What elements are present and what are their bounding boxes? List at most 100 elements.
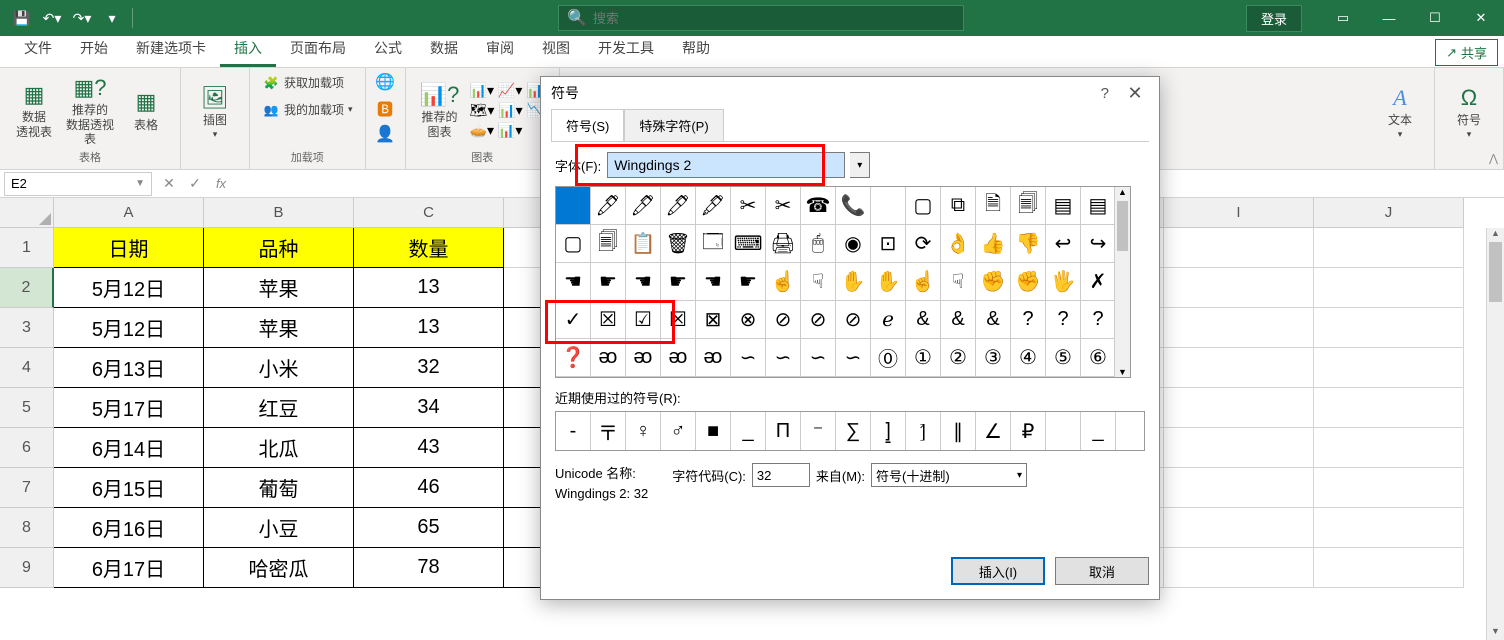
cell[interactable]: 6月15日 (54, 468, 204, 508)
cell[interactable]: 苹果 (204, 268, 354, 308)
symbol-cell[interactable]: ③ (976, 339, 1011, 377)
cell[interactable]: 北瓜 (204, 428, 354, 468)
symbol-cell[interactable]: ✋ (871, 263, 906, 301)
symbol-cell[interactable]: ④ (1011, 339, 1046, 377)
tab-帮助[interactable]: 帮助 (668, 32, 724, 67)
symbol-cell[interactable]: ☒ (591, 301, 626, 339)
symbol-cell[interactable]: ▢ (556, 225, 591, 263)
cancel-button[interactable]: 取消 (1055, 557, 1149, 585)
row-header-9[interactable]: 9 (0, 548, 54, 588)
symbol-cell[interactable]: & (941, 301, 976, 339)
cell[interactable]: 6月16日 (54, 508, 204, 548)
symbol-cell[interactable]: ☛ (731, 263, 766, 301)
recent-symbol-cell[interactable]: ∠ (976, 412, 1011, 450)
cell[interactable]: 品种 (204, 228, 354, 268)
table-button[interactable]: ▦表格 (120, 89, 172, 132)
cell[interactable]: 小豆 (204, 508, 354, 548)
chart-type-row3[interactable]: 🥧▾ 📊▾ (470, 122, 552, 139)
symbol-cell[interactable]: 🗐 (591, 225, 626, 263)
chart-type-row1[interactable]: 📊▾ 📈▾ 📊▾ (470, 82, 552, 99)
pivot-table-button[interactable]: ▦数据 透视表 (8, 82, 60, 139)
tab-插入[interactable]: 插入 (220, 32, 276, 67)
symbol-cell[interactable]: 🖋 (696, 187, 731, 225)
scroll-thumb[interactable] (1489, 242, 1502, 302)
symbol-cell[interactable]: ☑ (626, 301, 661, 339)
symbol-cell[interactable]: ▤ (1081, 187, 1116, 225)
recommended-pivot-button[interactable]: ▦?推荐的 数据透视表 (64, 75, 116, 147)
fx-icon[interactable]: fx (208, 176, 234, 191)
symbol-cell[interactable]: ◉ (836, 225, 871, 263)
tab-视图[interactable]: 视图 (528, 32, 584, 67)
tab-开发工具[interactable]: 开发工具 (584, 32, 668, 67)
cell[interactable]: 65 (354, 508, 504, 548)
symbol-cell[interactable]: ✂ (766, 187, 801, 225)
ribbon-display-icon[interactable]: ▭ (1320, 0, 1366, 36)
symbol-cell[interactable]: ① (906, 339, 941, 377)
symbol-cell[interactable]: ⊡ (871, 225, 906, 263)
symbol-cell[interactable]: ✊ (976, 263, 1011, 301)
dialog-close-icon[interactable]: ✕ (1119, 83, 1151, 104)
dialog-help-icon[interactable]: ? (1101, 85, 1109, 102)
get-addins-button[interactable]: 🧩获取加载项 (258, 72, 348, 93)
symbol-cell[interactable]: ② (941, 339, 976, 377)
bing-icon[interactable]: 🌐 (375, 72, 395, 92)
vertical-scrollbar[interactable]: ▲ ▼ (1486, 228, 1504, 640)
cell[interactable] (1164, 348, 1314, 388)
cell[interactable]: 6月13日 (54, 348, 204, 388)
symbol-cell[interactable]: ☎ (801, 187, 836, 225)
dialog-titlebar[interactable]: 符号 ? ✕ (541, 77, 1159, 109)
tab-审阅[interactable]: 审阅 (472, 32, 528, 67)
recent-symbol-cell[interactable]: ₽ (1011, 412, 1046, 450)
name-box-dropdown-icon[interactable]: ▼ (135, 178, 145, 189)
symbol-cell[interactable]: ⊘ (836, 301, 871, 339)
bing-maps-icon[interactable]: 🅱 (377, 96, 393, 120)
from-combo[interactable]: 符号(十进制) ▾ (871, 463, 1027, 487)
symbol-cell[interactable]: 👍 (976, 225, 1011, 263)
symbol-cell[interactable]: 👌 (941, 225, 976, 263)
cell[interactable] (1314, 548, 1464, 588)
symbol-cell[interactable]: ⧉ (941, 187, 976, 225)
symbol-cell[interactable]: 📋 (626, 225, 661, 263)
symbol-cell[interactable]: ⊘ (801, 301, 836, 339)
code-input[interactable] (752, 463, 810, 487)
chart-type-row2[interactable]: 🗺▾ 📊▾ 📉▾ (470, 102, 552, 119)
symbol-cell[interactable]: ∽ (766, 339, 801, 377)
symbol-cell[interactable] (556, 187, 591, 225)
cell[interactable] (1164, 308, 1314, 348)
recent-symbol-cell[interactable]: - (556, 412, 591, 450)
symbol-cell[interactable]: ☚ (556, 263, 591, 301)
recent-symbol-cell[interactable]: ∑ (836, 412, 871, 450)
cell[interactable]: 32 (354, 348, 504, 388)
symbol-cell[interactable]: ∽ (801, 339, 836, 377)
search-box[interactable]: 🔍 (558, 5, 964, 31)
cell[interactable]: 葡萄 (204, 468, 354, 508)
cell[interactable] (1314, 228, 1464, 268)
minimize-icon[interactable]: — (1366, 0, 1412, 36)
recent-symbol-cell[interactable]: ⦌ (871, 412, 906, 450)
cell[interactable] (1164, 508, 1314, 548)
recent-symbol-cell[interactable]: Π (766, 412, 801, 450)
select-all-corner[interactable] (0, 198, 54, 228)
cell[interactable] (1314, 348, 1464, 388)
symbol-cell[interactable]: ✓ (556, 301, 591, 339)
sym-scroll-down-icon[interactable]: ▼ (1115, 367, 1130, 377)
sym-scroll-up-icon[interactable]: ▲ (1115, 187, 1130, 197)
symbol-cell[interactable]: ✗ (1081, 263, 1116, 301)
symbol-cell[interactable]: ℯ (871, 301, 906, 339)
row-header-4[interactable]: 4 (0, 348, 54, 388)
symbol-cell[interactable]: ᴔ (696, 339, 731, 377)
name-box[interactable]: E2 ▼ (4, 172, 152, 196)
symbols-button[interactable]: Ω符号▾ (1443, 85, 1495, 141)
text-button[interactable]: A文本▾ (1374, 85, 1426, 141)
tab-新建选项卡[interactable]: 新建选项卡 (122, 32, 220, 67)
cell[interactable]: 6月14日 (54, 428, 204, 468)
symbol-cell[interactable]: ▢ (906, 187, 941, 225)
insert-button[interactable]: 插入(I) (951, 557, 1045, 585)
scroll-down-icon[interactable]: ▼ (1487, 626, 1504, 640)
symbol-cell[interactable]: 🗐 (1011, 187, 1046, 225)
cell[interactable]: 6月17日 (54, 548, 204, 588)
cell[interactable]: 78 (354, 548, 504, 588)
cancel-formula-icon[interactable]: ✕ (156, 175, 182, 192)
symbol-cell[interactable]: ☟ (941, 263, 976, 301)
recent-symbol-cell[interactable]: ⁻ (801, 412, 836, 450)
